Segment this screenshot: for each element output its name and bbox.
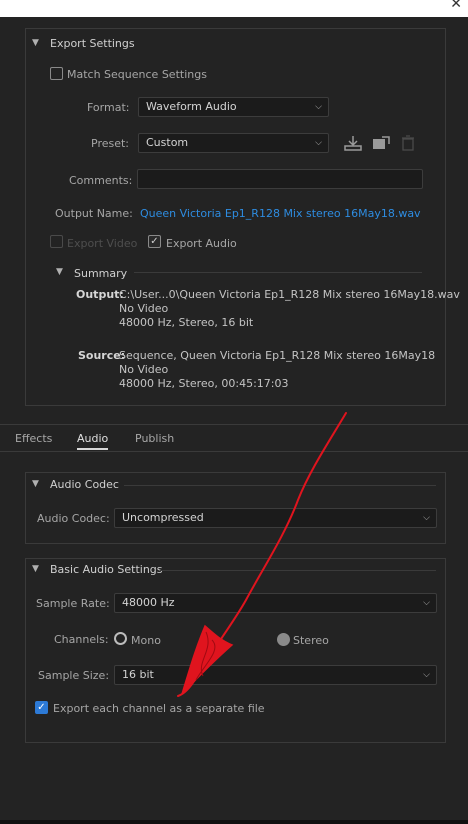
bottom-edge — [0, 820, 468, 824]
annotation-arrow — [177, 412, 347, 697]
